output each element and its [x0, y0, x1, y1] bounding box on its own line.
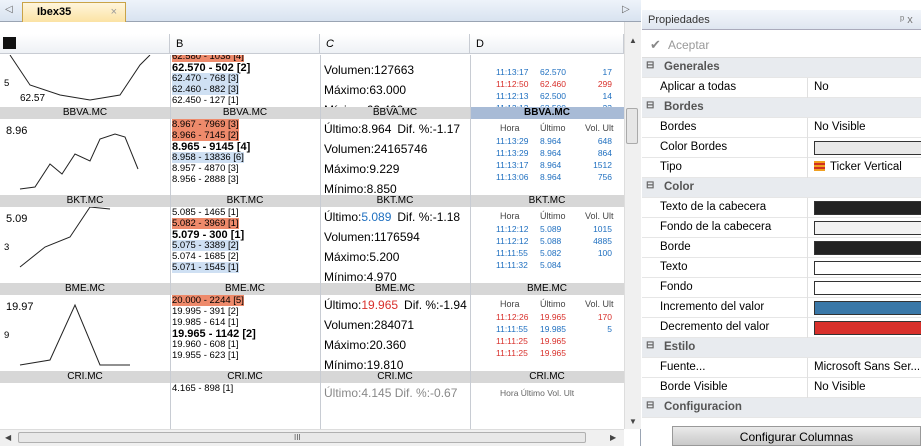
property-row[interactable]: Fondo — [642, 278, 921, 298]
property-row[interactable]: Borde — [642, 238, 921, 258]
tab-ibex35[interactable]: Ibex35 × — [22, 2, 126, 22]
configure-columns-button[interactable]: Configurar Columnas — [672, 426, 921, 446]
color-swatch[interactable] — [814, 141, 921, 155]
property-row[interactable]: Decremento del valor — [642, 318, 921, 338]
column-header-a[interactable] — [0, 34, 170, 54]
scroll-up-icon[interactable]: ▲ — [629, 36, 637, 45]
property-label: Borde Visible — [660, 381, 728, 393]
scroll-left-icon[interactable]: ◀ — [5, 433, 11, 442]
pin-icon[interactable]: ᵖ x — [900, 14, 913, 26]
color-swatch[interactable] — [814, 261, 921, 275]
tab-title: Ibex35 — [37, 6, 72, 18]
property-category[interactable]: ⊟ Configuracion — [642, 398, 921, 418]
property-row[interactable]: Texto — [642, 258, 921, 278]
property-divider — [807, 298, 808, 318]
category-name: Bordes — [664, 101, 704, 113]
category-name: Generales — [664, 61, 720, 73]
property-label: Fondo de la cabecera — [660, 221, 772, 233]
property-row[interactable]: Texto de la cabecera — [642, 198, 921, 218]
property-row[interactable]: Color Bordes — [642, 138, 921, 158]
property-category[interactable]: ⊟ Bordes — [642, 98, 921, 118]
property-value[interactable]: No — [814, 81, 829, 93]
property-value-text: No — [814, 81, 829, 93]
properties-title-bar: Propiedades ᵖ x — [642, 10, 921, 30]
color-swatch[interactable] — [814, 201, 921, 215]
property-divider — [807, 138, 808, 158]
property-divider — [807, 238, 808, 258]
collapse-icon[interactable]: ⊟ — [646, 341, 656, 351]
property-label: Bordes — [660, 121, 697, 133]
color-swatch[interactable] — [814, 321, 921, 335]
property-label: Incremento del valor — [660, 301, 765, 313]
property-category[interactable]: ⊟ Color — [642, 178, 921, 198]
property-value[interactable]: No Visible — [814, 121, 866, 133]
column-header-d[interactable]: D — [470, 34, 624, 54]
property-value[interactable]: Ticker Vertical — [814, 161, 902, 173]
property-divider — [807, 358, 808, 378]
collapse-icon[interactable]: ⊟ — [646, 181, 656, 191]
column-header-row: B C D — [0, 34, 624, 54]
property-label: Color Bordes — [660, 141, 728, 153]
property-row[interactable]: Aplicar a todas No — [642, 78, 921, 98]
collapse-icon[interactable]: ⊟ — [646, 101, 656, 111]
property-category[interactable]: ⊟ Generales — [642, 58, 921, 78]
property-label: Tipo — [660, 161, 682, 173]
tab-scroll-left-icon[interactable]: ◁ — [5, 4, 13, 15]
column-header-b[interactable]: B — [170, 34, 320, 54]
category-name: Configuracion — [664, 401, 742, 413]
property-value[interactable]: Microsoft Sans Ser... — [814, 361, 920, 373]
tab-bar: ◁ Ibex35 × ▷ — [0, 0, 641, 22]
scroll-right-icon[interactable]: ▶ — [610, 433, 616, 442]
accept-button[interactable]: Aceptar — [668, 38, 709, 52]
checkmark-icon: ✔ — [650, 37, 661, 52]
close-icon[interactable]: × — [111, 6, 117, 18]
property-divider — [807, 118, 808, 138]
color-swatch[interactable] — [814, 221, 921, 235]
horizontal-scroll-thumb[interactable]: III — [18, 432, 586, 443]
property-label: Fondo — [660, 281, 693, 293]
property-divider — [807, 158, 808, 178]
ticker-vertical-icon — [814, 161, 825, 171]
category-name: Color — [664, 181, 695, 193]
property-divider — [807, 218, 808, 238]
property-divider — [807, 378, 808, 398]
property-grid: ⊟ Generales Aplicar a todas No ⊟ Bordes Bordes… — [0, 58, 921, 426]
property-label: Texto de la cabecera — [660, 201, 767, 213]
tab-scroll-right-icon[interactable]: ▷ — [622, 4, 630, 15]
color-swatch[interactable] — [814, 241, 921, 255]
property-label: Decremento del valor — [660, 321, 770, 333]
property-value-text: No Visible — [814, 121, 866, 133]
category-name: Estilo — [664, 341, 696, 353]
property-label: Texto — [660, 261, 688, 273]
properties-toolbar: ✔ Aceptar — [642, 30, 921, 58]
property-value-text: No Visible — [814, 381, 866, 393]
property-divider — [807, 258, 808, 278]
property-divider — [807, 318, 808, 338]
property-value[interactable]: No Visible — [814, 381, 866, 393]
property-row[interactable]: Bordes No Visible — [642, 118, 921, 138]
property-row[interactable]: Fondo de la cabecera — [642, 218, 921, 238]
property-value-text: Microsoft Sans Ser... — [814, 361, 921, 373]
property-label: Fuente... — [660, 361, 706, 373]
property-value-text: Ticker Vertical — [830, 161, 902, 173]
property-label: Aplicar a todas — [660, 81, 737, 93]
column-header-c[interactable]: C — [320, 34, 470, 54]
color-swatch[interactable] — [814, 281, 921, 295]
color-swatch[interactable] — [814, 301, 921, 315]
property-label: Borde — [660, 241, 691, 253]
property-divider — [807, 78, 808, 98]
collapse-icon[interactable]: ⊟ — [646, 401, 656, 411]
property-row[interactable]: Borde Visible No Visible — [642, 378, 921, 398]
property-divider — [807, 198, 808, 218]
scroll-grip: III — [294, 433, 301, 442]
property-row[interactable]: Incremento del valor — [642, 298, 921, 318]
property-row[interactable]: Tipo Ticker Vertical — [642, 158, 921, 178]
collapse-icon[interactable]: ⊟ — [646, 61, 656, 71]
property-category[interactable]: ⊟ Estilo — [642, 338, 921, 358]
properties-title: Propiedades — [648, 14, 710, 26]
property-divider — [807, 278, 808, 298]
property-row[interactable]: Fuente... Microsoft Sans Ser... — [642, 358, 921, 378]
